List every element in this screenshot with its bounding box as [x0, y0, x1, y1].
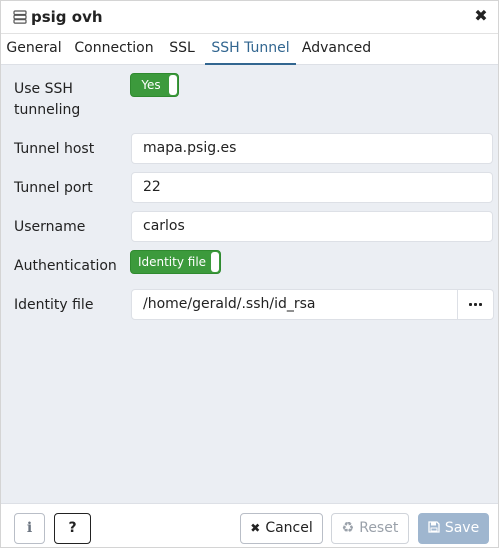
save-label: Save — [444, 520, 480, 536]
reset-button[interactable]: ♻ Reset — [331, 513, 409, 544]
use-ssh-label-line2: tunneling — [14, 102, 81, 118]
identity-file-label: Identity file — [14, 297, 94, 313]
close-icon[interactable]: ✖ — [472, 7, 490, 27]
tab-ssh-tunnel[interactable]: SSH Tunnel — [205, 34, 296, 65]
info-button[interactable]: i — [14, 513, 45, 544]
info-icon: i — [26, 520, 33, 536]
toggle-handle — [169, 75, 177, 95]
cancel-button[interactable]: ✖ Cancel — [240, 513, 323, 544]
tunnel-host-input[interactable]: mapa.psig.es — [131, 133, 493, 164]
tab-ssl[interactable]: SSL — [163, 34, 201, 65]
close-icon: ✖ — [250, 521, 261, 535]
username-input[interactable]: carlos — [131, 211, 493, 242]
title-bar: psig ovh ✖ — [1, 1, 498, 34]
ellipsis-icon — [469, 303, 483, 307]
dialog-title: psig ovh — [31, 8, 103, 26]
recycle-icon: ♻ — [341, 520, 355, 536]
authentication-toggle[interactable]: Identity file — [130, 250, 221, 274]
tab-advanced[interactable]: Advanced — [300, 34, 373, 65]
tab-connection[interactable]: Connection — [71, 34, 157, 65]
toggle-handle — [211, 252, 219, 272]
dialog: psig ovh ✖ General Connection SSL SSH Tu… — [0, 0, 499, 548]
save-icon — [428, 521, 440, 533]
authentication-toggle-label: Identity file — [137, 255, 207, 269]
use-ssh-label-line1: Use SSH — [14, 81, 73, 97]
dialog-footer: i ? ✖ Cancel ♻ Reset Save — [1, 503, 498, 547]
help-button[interactable]: ? — [54, 513, 91, 544]
identity-file-input[interactable]: /home/gerald/.ssh/id_rsa — [131, 289, 458, 320]
reset-label: Reset — [359, 520, 399, 536]
save-button[interactable]: Save — [418, 513, 489, 544]
server-icon — [13, 10, 27, 24]
cancel-label: Cancel — [265, 520, 313, 536]
use-ssh-toggle[interactable]: Yes — [130, 73, 179, 97]
use-ssh-toggle-label: Yes — [141, 78, 161, 92]
tunnel-host-label: Tunnel host — [14, 141, 95, 157]
tunnel-port-input[interactable]: 22 — [131, 172, 493, 203]
authentication-label: Authentication — [14, 258, 117, 274]
tab-general[interactable]: General — [3, 34, 65, 65]
username-label: Username — [14, 219, 86, 235]
tunnel-port-label: Tunnel port — [14, 180, 93, 196]
tab-bar: General Connection SSL SSH Tunnel Advanc… — [1, 34, 498, 65]
help-icon: ? — [68, 520, 77, 536]
browse-file-button[interactable] — [457, 289, 494, 320]
